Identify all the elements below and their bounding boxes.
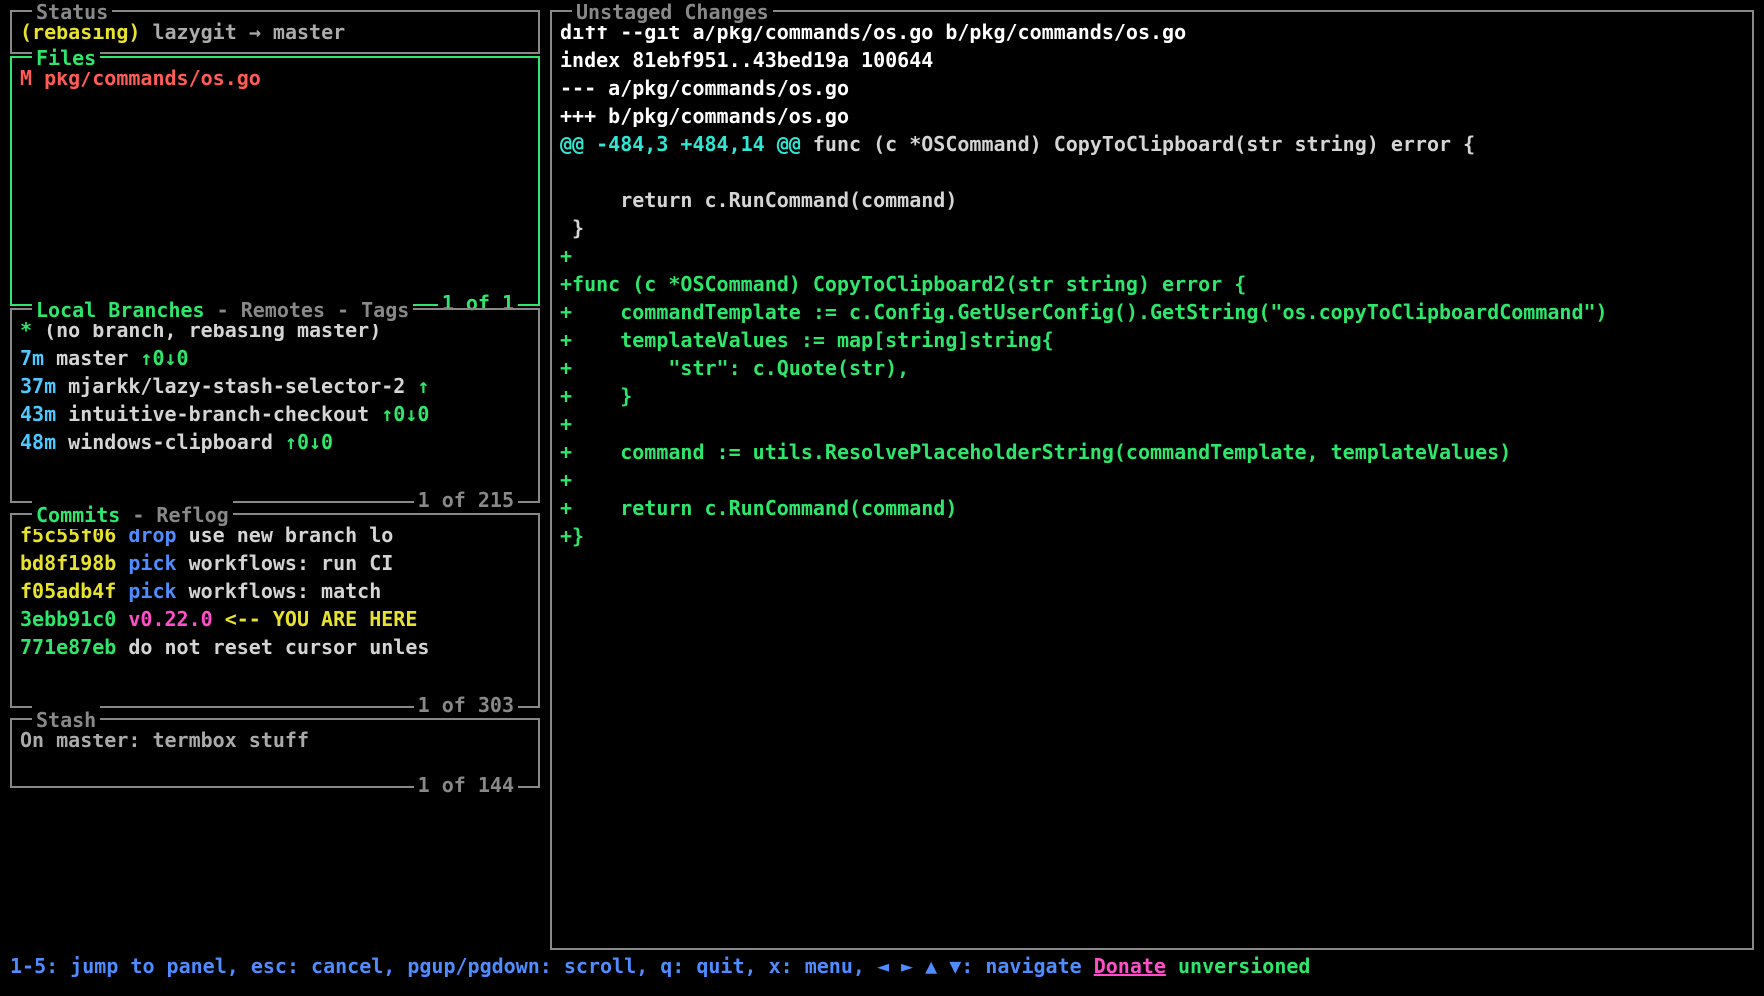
stash-footer: 1 of 144 — [414, 771, 518, 799]
branches-panel[interactable]: Local Branches - Remotes - Tags * (no br… — [10, 308, 540, 503]
nav-arrows-icon: ◄ ► ▲ ▼ — [877, 954, 961, 978]
diff-line[interactable]: + — [560, 410, 1744, 438]
diff-line[interactable]: +func (c *OSCommand) CopyToClipboard2(st… — [560, 270, 1744, 298]
diff-line[interactable]: + } — [560, 382, 1744, 410]
diff-line[interactable]: @@ -484,3 +484,14 @@ func (c *OSCommand)… — [560, 130, 1744, 158]
commit-item[interactable]: 3ebb91c0 v0.22.0 <-- YOU ARE HERE — [20, 605, 530, 633]
repo-name: lazygit — [152, 20, 236, 44]
diff-line[interactable]: +} — [560, 522, 1744, 550]
tab-tags[interactable]: Tags — [361, 298, 409, 322]
diff-line[interactable]: + — [560, 466, 1744, 494]
diff-line[interactable]: + "str": c.Quote(str), — [560, 354, 1744, 382]
diff-line[interactable] — [560, 158, 1744, 186]
files-title: Files — [32, 44, 100, 72]
commit-item[interactable]: bd8f198b pick workflows: run CI — [20, 549, 530, 577]
branches-tabs: Local Branches - Remotes - Tags — [32, 296, 413, 324]
branch-item[interactable]: 48m windows-clipboard ↑0↓0 — [20, 428, 530, 456]
diff-title: Unstaged Changes — [572, 0, 773, 26]
tab-local-branches[interactable]: Local Branches — [36, 298, 205, 322]
branch-item[interactable]: 43m intuitive-branch-checkout ↑0↓0 — [20, 400, 530, 428]
branches-footer: 1 of 215 — [414, 486, 518, 514]
diff-line[interactable]: +++ b/pkg/commands/os.go — [560, 102, 1744, 130]
branch-item[interactable]: 7m master ↑0↓0 — [20, 344, 530, 372]
diff-line[interactable]: index 81ebf951..43bed19a 100644 — [560, 46, 1744, 74]
diff-line[interactable]: } — [560, 214, 1744, 242]
files-panel[interactable]: Files M pkg/commands/os.go 1 of 1 — [10, 56, 540, 306]
tab-remotes[interactable]: Remotes — [241, 298, 325, 322]
status-title: Status — [32, 0, 112, 26]
help-bar: 1-5: jump to panel, esc: cancel, pgup/pg… — [10, 952, 1754, 980]
branch-name: master — [273, 20, 345, 44]
diff-line[interactable]: + return c.RunCommand(command) — [560, 494, 1744, 522]
commits-panel[interactable]: Commits - Reflog f5c55f06 drop use new b… — [10, 513, 540, 708]
donate-link[interactable]: Donate — [1094, 954, 1166, 978]
diff-line[interactable]: + commandTemplate := c.Config.GetUserCon… — [560, 298, 1744, 326]
diff-line[interactable]: + command := utils.ResolvePlaceholderStr… — [560, 438, 1744, 466]
commit-item[interactable]: 771e87eb do not reset cursor unles — [20, 633, 530, 661]
commits-tabs: Commits - Reflog — [32, 501, 233, 529]
stash-title: Stash — [32, 706, 100, 734]
unversioned-label: unversioned — [1166, 954, 1311, 978]
diff-panel[interactable]: Unstaged Changes diff --git a/pkg/comman… — [550, 10, 1754, 950]
tab-reflog[interactable]: Reflog — [156, 503, 228, 527]
branch-item[interactable]: 37m mjarkk/lazy-stash-selector-2 ↑ — [20, 372, 530, 400]
diff-line[interactable]: --- a/pkg/commands/os.go — [560, 74, 1744, 102]
tab-commits[interactable]: Commits — [36, 503, 120, 527]
commit-item[interactable]: f05adb4f pick workflows: match — [20, 577, 530, 605]
commits-footer: 1 of 303 — [414, 691, 518, 719]
diff-line[interactable]: + — [560, 242, 1744, 270]
diff-line[interactable]: + templateValues := map[string]string{ — [560, 326, 1744, 354]
diff-line[interactable]: return c.RunCommand(command) — [560, 186, 1744, 214]
arrow-icon: → — [249, 20, 261, 44]
stash-panel[interactable]: Stash On master: termbox stuff 1 of 144 — [10, 718, 540, 788]
